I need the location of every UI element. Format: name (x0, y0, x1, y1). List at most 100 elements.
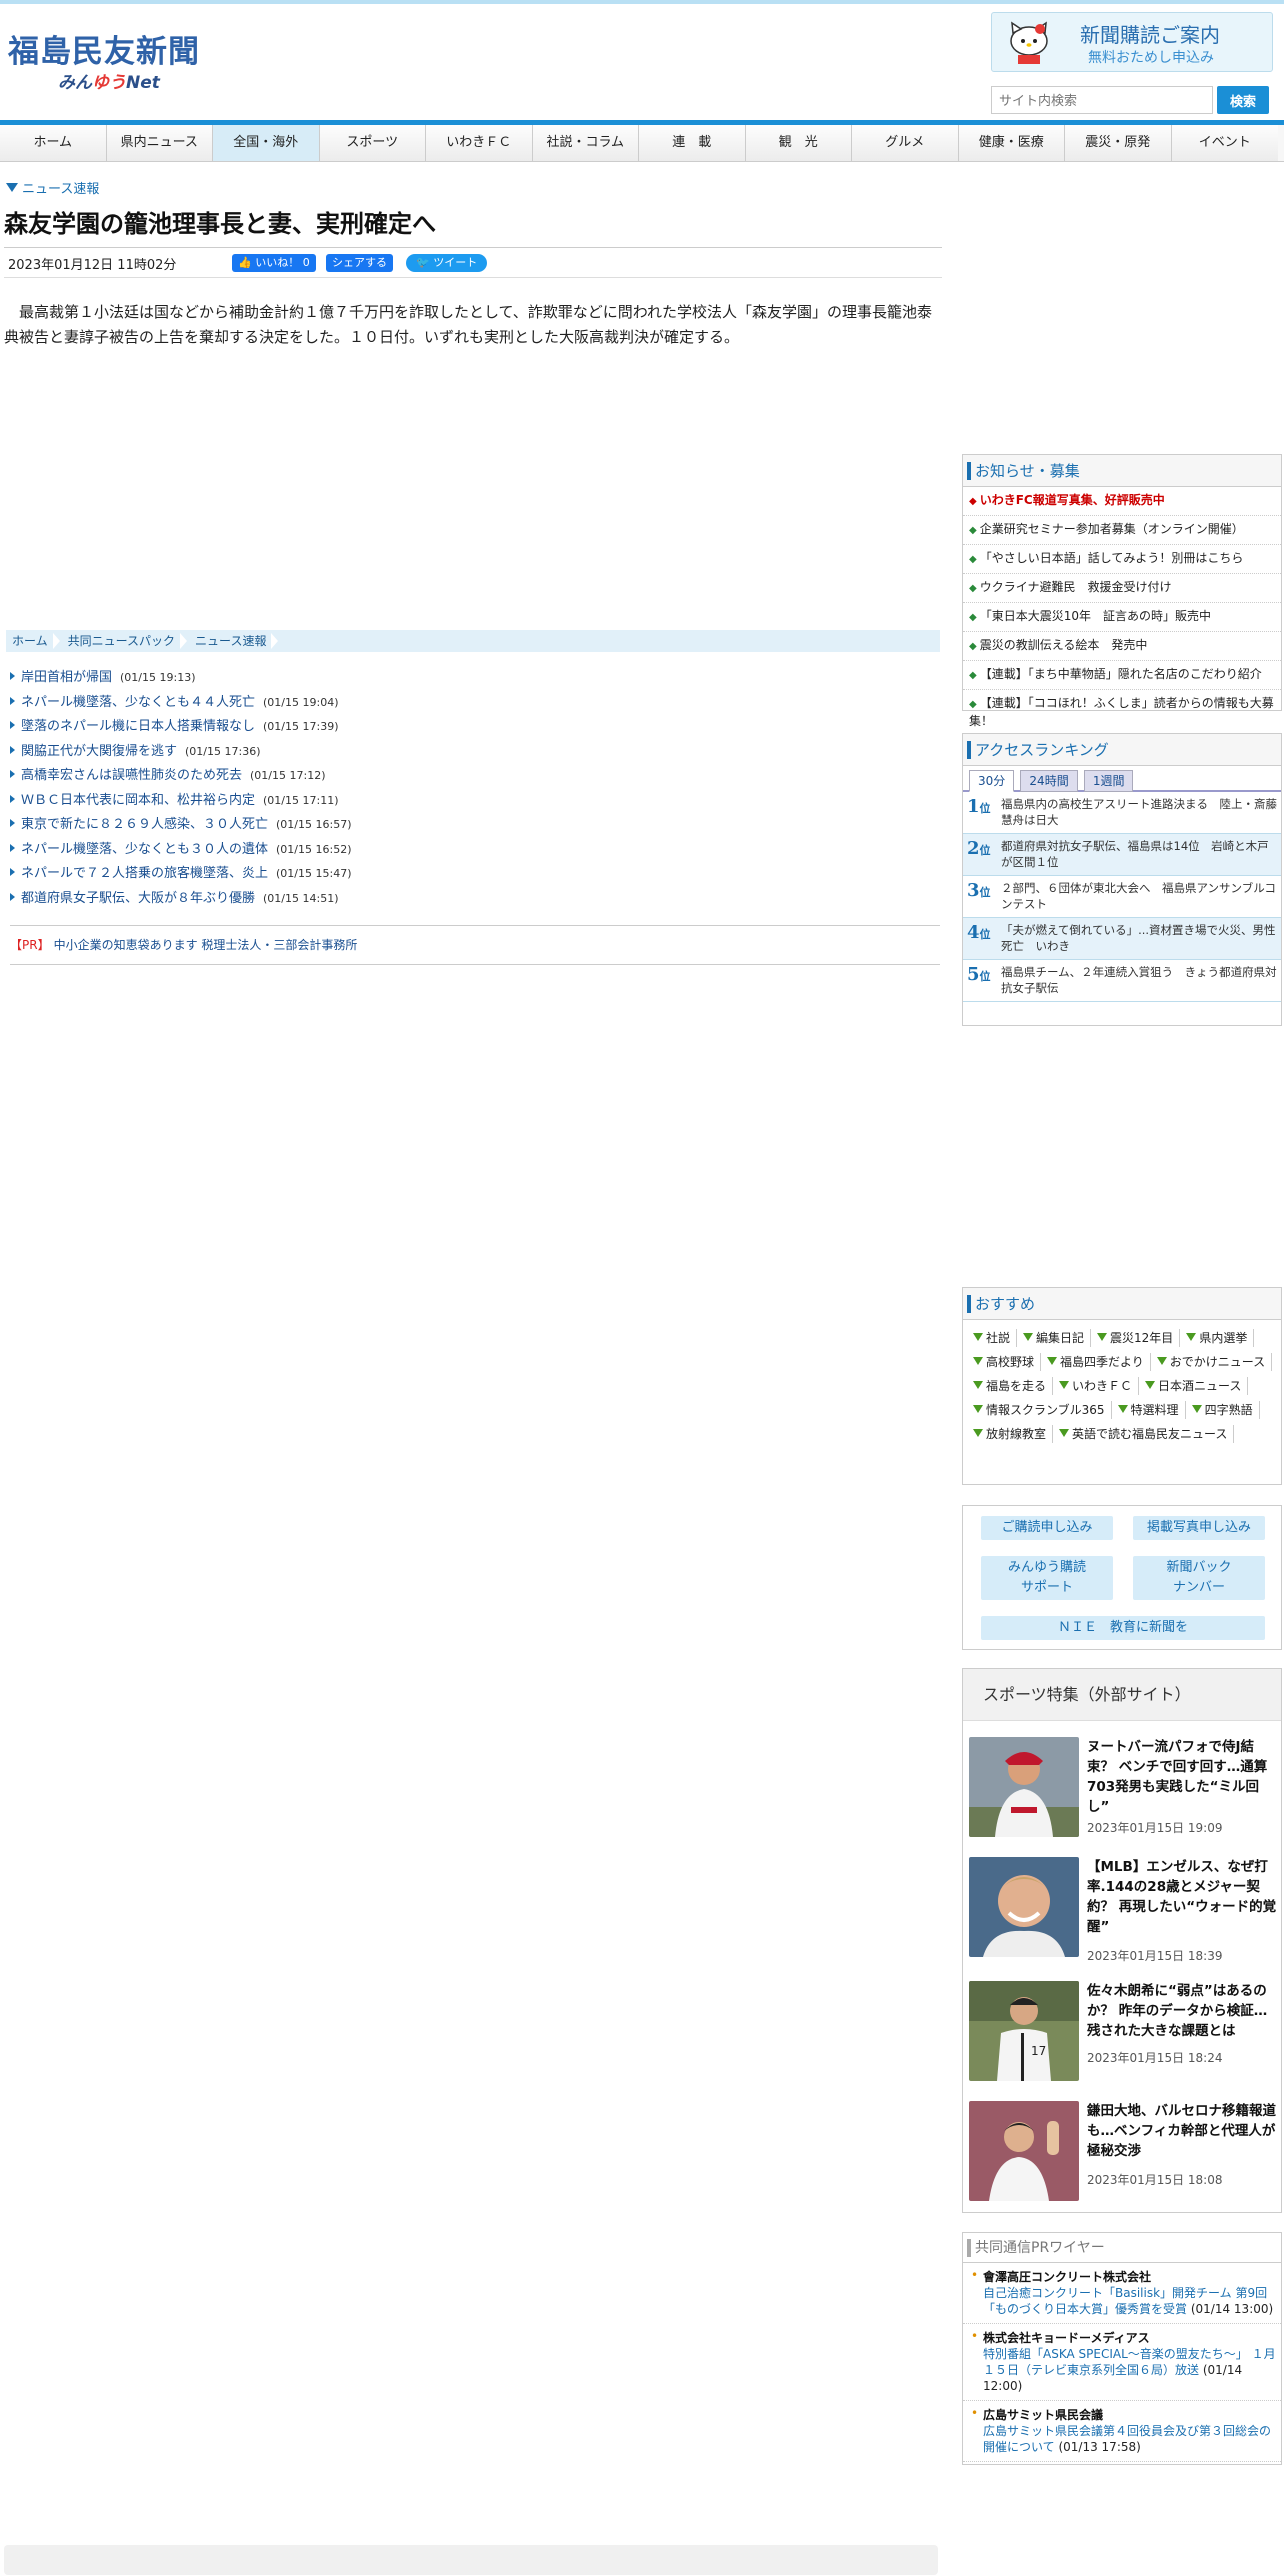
nav-health[interactable]: 健康・医療 (958, 125, 1065, 161)
recommend-tag[interactable]: 日本酒ニュース (1139, 1377, 1249, 1395)
news-list-item[interactable]: 高橋幸宏さんは誤嚥性肺炎のため死去 (01/15 17:12) (10, 764, 940, 789)
notice-item[interactable]: ウクライナ避難民 救援金受け付け (963, 574, 1281, 603)
news-time: (01/15 15:47) (276, 867, 352, 880)
nav-editorial[interactable]: 社説・コラム (532, 125, 639, 161)
nav-events[interactable]: イベント (1171, 125, 1278, 161)
facebook-like-button[interactable]: 👍 いいね！ 0 (232, 254, 316, 272)
banner-title: 新聞購読ご案内 (1080, 23, 1220, 47)
recommend-tag[interactable]: 英語で読む福島民友ニュース (1053, 1425, 1235, 1443)
tab-30min[interactable]: 30分 (969, 770, 1015, 792)
tweet-button[interactable]: 🐦 ツイート (406, 254, 488, 272)
nav-local-news[interactable]: 県内ニュース (106, 125, 213, 161)
recommend-tag[interactable]: 情報スクランブル365 (967, 1401, 1112, 1419)
sports-item[interactable]: ヌートバー流パフォで侍J結束？ ベンチで回す回す…通算703発男も実践した“ミル… (969, 1737, 1277, 1847)
recommend-tag[interactable]: いわきＦＣ (1053, 1377, 1140, 1395)
notice-item[interactable]: いわきFC報道写真集、好評販売中 (963, 487, 1281, 516)
nav-home[interactable]: ホーム (0, 125, 107, 161)
global-nav: ホーム 県内ニュース 全国・海外 スポーツ いわきＦＣ 社説・コラム 連 載 観… (0, 120, 1284, 162)
subscribe-button[interactable]: ご購読申し込み (981, 1516, 1113, 1540)
news-time: (01/15 17:39) (263, 720, 339, 733)
pr-link[interactable]: 【PR】 中小企業の知恵袋あります 税理士法人・三部会計事務所 (10, 925, 940, 965)
ranking-item[interactable]: 4位 「夫が燃えて倒れている」...資材置き場で火災、男性死亡 いわき (963, 918, 1281, 960)
pr-wire-item[interactable]: 株式会社キョードーメディアス特別番組「ASKA SPECIAL～音楽の盟友たち～… (963, 2324, 1281, 2401)
ranking-text: 福島県内の高校生アスリート進路決まる 陸上・斎藤慧舟は日大 (1001, 797, 1277, 827)
nav-iwaki-fc[interactable]: いわきＦＣ (426, 125, 533, 161)
notice-item[interactable]: 【連載】「まち中華物語」隠れた名店のこだわり紹介 (963, 661, 1281, 690)
search-button[interactable]: 検索 (1217, 86, 1269, 114)
baseball-player-photo: 17 (969, 1981, 1079, 2081)
recommend-tag[interactable]: 福島四季だより (1041, 1353, 1151, 1371)
nie-button[interactable]: ＮＩＥ 教育に新聞を (981, 1616, 1265, 1640)
back-number-button[interactable]: 新聞バックナンバー (1133, 1556, 1265, 1600)
recommend-tag[interactable]: 四字熟語 (1186, 1401, 1260, 1419)
subscription-support-button[interactable]: みんゆう購読サポート (981, 1556, 1113, 1600)
tab-24hours[interactable]: 24時間 (1020, 770, 1078, 792)
recommend-tag[interactable]: おでかけニュース (1151, 1353, 1273, 1371)
news-list-item[interactable]: 墜落のネパール機に日本人搭乗情報なし (01/15 17:39) (10, 715, 940, 740)
notice-item[interactable]: 「東日本大震災10年 証言あの時」販売中 (963, 603, 1281, 632)
notices-box: お知らせ・募集 いわきFC報道写真集、好評販売中企業研究セミナー参加者募集（オン… (962, 454, 1282, 735)
pr-wire-item[interactable]: 會澤高圧コンクリート株式会社自己治癒コンクリート「Basilisk」開発チーム … (963, 2263, 1281, 2324)
sports-item[interactable]: 【MLB】エンゼルス、なぜ打率.144の28歳とメジャー契約？ 再現したい“ウォ… (969, 1857, 1277, 1967)
site-logo[interactable]: 福島民友新聞 みんゆうNet (8, 34, 218, 93)
news-time: (01/15 17:11) (263, 793, 339, 807)
recommend-tag[interactable]: 編集日記 (1017, 1329, 1092, 1347)
sports-feature-box: スポーツ特集（外部サイト） ヌートバー流パフォで侍J結束？ ベンチで回す回す…通… (962, 1668, 1282, 2213)
subscription-banner[interactable]: 新聞購読ご案内 無料おためし申込み (991, 12, 1273, 72)
breadcrumb-kyodo[interactable]: 共同ニュースパック (62, 630, 189, 652)
news-title: 東京で新たに８２６９人感染、３０人死亡 (21, 817, 269, 832)
sports-item[interactable]: 鎌田大地、バルセロナ移籍報道も…ベンフィカ幹部と代理人が極秘交渉 2023年01… (969, 2101, 1277, 2211)
ranking-text: 都道府県対抗女子駅伝、福島県は14位 岩崎と木戸が区間１位 (1001, 839, 1269, 869)
site-search-input[interactable] (991, 86, 1213, 114)
sports-item-title: 佐々木朗希に“弱点”はあるのか？ 昨年のデータから検証…残された大きな課題とは (1087, 1983, 1268, 2039)
recommend-tag[interactable]: 放射線教室 (967, 1425, 1054, 1443)
ranking-item[interactable]: 1位 福島県内の高校生アスリート進路決まる 陸上・斎藤慧舟は日大 (963, 792, 1281, 834)
news-title: 都道府県女子駅伝、大阪が８年ぶり優勝 (21, 890, 256, 906)
nav-disaster[interactable]: 震災・原発 (1065, 125, 1172, 161)
soccer-player-photo (969, 2101, 1079, 2201)
recommend-tag[interactable]: 福島を走る (967, 1377, 1054, 1395)
sports-item[interactable]: 17 佐々木朗希に“弱点”はあるのか？ 昨年のデータから検証…残された大きな課題… (969, 1981, 1277, 2091)
recommend-tag[interactable]: 震災12年目 (1091, 1329, 1181, 1347)
ranking-item[interactable]: 2位 都道府県対抗女子駅伝、福島県は14位 岩崎と木戸が区間１位 (963, 834, 1281, 876)
facebook-share-button[interactable]: シェアする (326, 254, 393, 272)
recommend-tag[interactable]: 特選料理 (1112, 1401, 1186, 1419)
recommend-tag[interactable]: 県内選挙 (1180, 1329, 1255, 1347)
ranking-item[interactable]: 5位 福島県チーム、２年連続入賞狙う きょう都道府県対抗女子駅伝 (963, 960, 1281, 1002)
nav-sports[interactable]: スポーツ (319, 125, 426, 161)
news-list-item[interactable]: 岸田首相が帰国 (01/15 19:13) (10, 666, 940, 691)
ranking-text: 「夫が燃えて倒れている」...資材置き場で火災、男性死亡 いわき (1001, 923, 1276, 953)
ranking-tabs: 30分 24時間 1週間 (963, 766, 1281, 792)
pr-time: (01/14 13:00) (1190, 2302, 1274, 2316)
notice-item[interactable]: 「やさしい日本語」話してみよう！別冊はこちら (963, 545, 1281, 574)
pr-wire-item[interactable]: 広島サミット県民会議広島サミット県民会議第４回役員会及び第３回総会の開催について… (963, 2401, 1281, 2462)
news-list-item[interactable]: ネパールで７２人搭乗の旅客機墜落、炎上 (01/15 15:47) (10, 862, 940, 887)
nav-national-world[interactable]: 全国・海外 (213, 125, 320, 161)
category-label[interactable]: ニュース速報 (6, 178, 99, 197)
tab-1week[interactable]: 1週間 (1083, 770, 1134, 792)
news-list-item[interactable]: ＷＢＣ日本代表に岡本和、松井裕ら内定 (01/15 17:11) (10, 789, 940, 814)
news-list-item[interactable]: 東京で新たに８２６９人感染、３０人死亡 (01/15 16:57) (10, 813, 940, 838)
recommend-tag[interactable]: 高校野球 (967, 1353, 1042, 1371)
sports-item-date: 2023年01月15日 18:39 (1087, 1949, 1223, 1963)
pr-company: 広島サミット県民会議 (983, 2408, 1104, 2422)
rank-number: 4位 (967, 922, 991, 943)
recommend-tag[interactable]: 社説 (967, 1329, 1018, 1347)
notice-item[interactable]: 企業研究セミナー参加者募集（オンライン開催） (963, 516, 1281, 545)
news-list-item[interactable]: ネパール機墜落、少なくとも４４人死亡 (01/15 19:04) (10, 691, 940, 716)
ranking-item[interactable]: 3位 ２部門、６団体が東北大会へ 福島県アンサンブルコンテスト (963, 876, 1281, 918)
news-title: ネパール機墜落、少なくとも３０人の遺体 (21, 841, 269, 857)
nav-series[interactable]: 連 載 (639, 125, 746, 161)
nav-gourmet[interactable]: グルメ (852, 125, 959, 161)
news-list-item[interactable]: 都道府県女子駅伝、大阪が８年ぶり優勝 (01/15 14:51) (10, 887, 940, 912)
photo-request-button[interactable]: 掲載写真申し込み (1133, 1516, 1265, 1540)
notice-item[interactable]: 震災の教訓伝える絵本 発売中 (963, 632, 1281, 661)
breadcrumb-flash[interactable]: ニュース速報 (189, 630, 280, 652)
breadcrumb-home[interactable]: ホーム (6, 630, 62, 652)
notice-item[interactable]: 【連載】「ココほれ！ふくしま」読者からの情報も大募集！ (963, 690, 1281, 735)
news-list-item[interactable]: 関脇正代が大関復帰を逃す (01/15 17:36) (10, 740, 940, 765)
nav-tourism[interactable]: 観 光 (745, 125, 852, 161)
news-time: (01/15 19:13) (120, 671, 196, 684)
news-list-item[interactable]: ネパール機墜落、少なくとも３０人の遺体 (01/15 16:52) (10, 838, 940, 863)
news-time: (01/15 16:57) (276, 818, 352, 831)
